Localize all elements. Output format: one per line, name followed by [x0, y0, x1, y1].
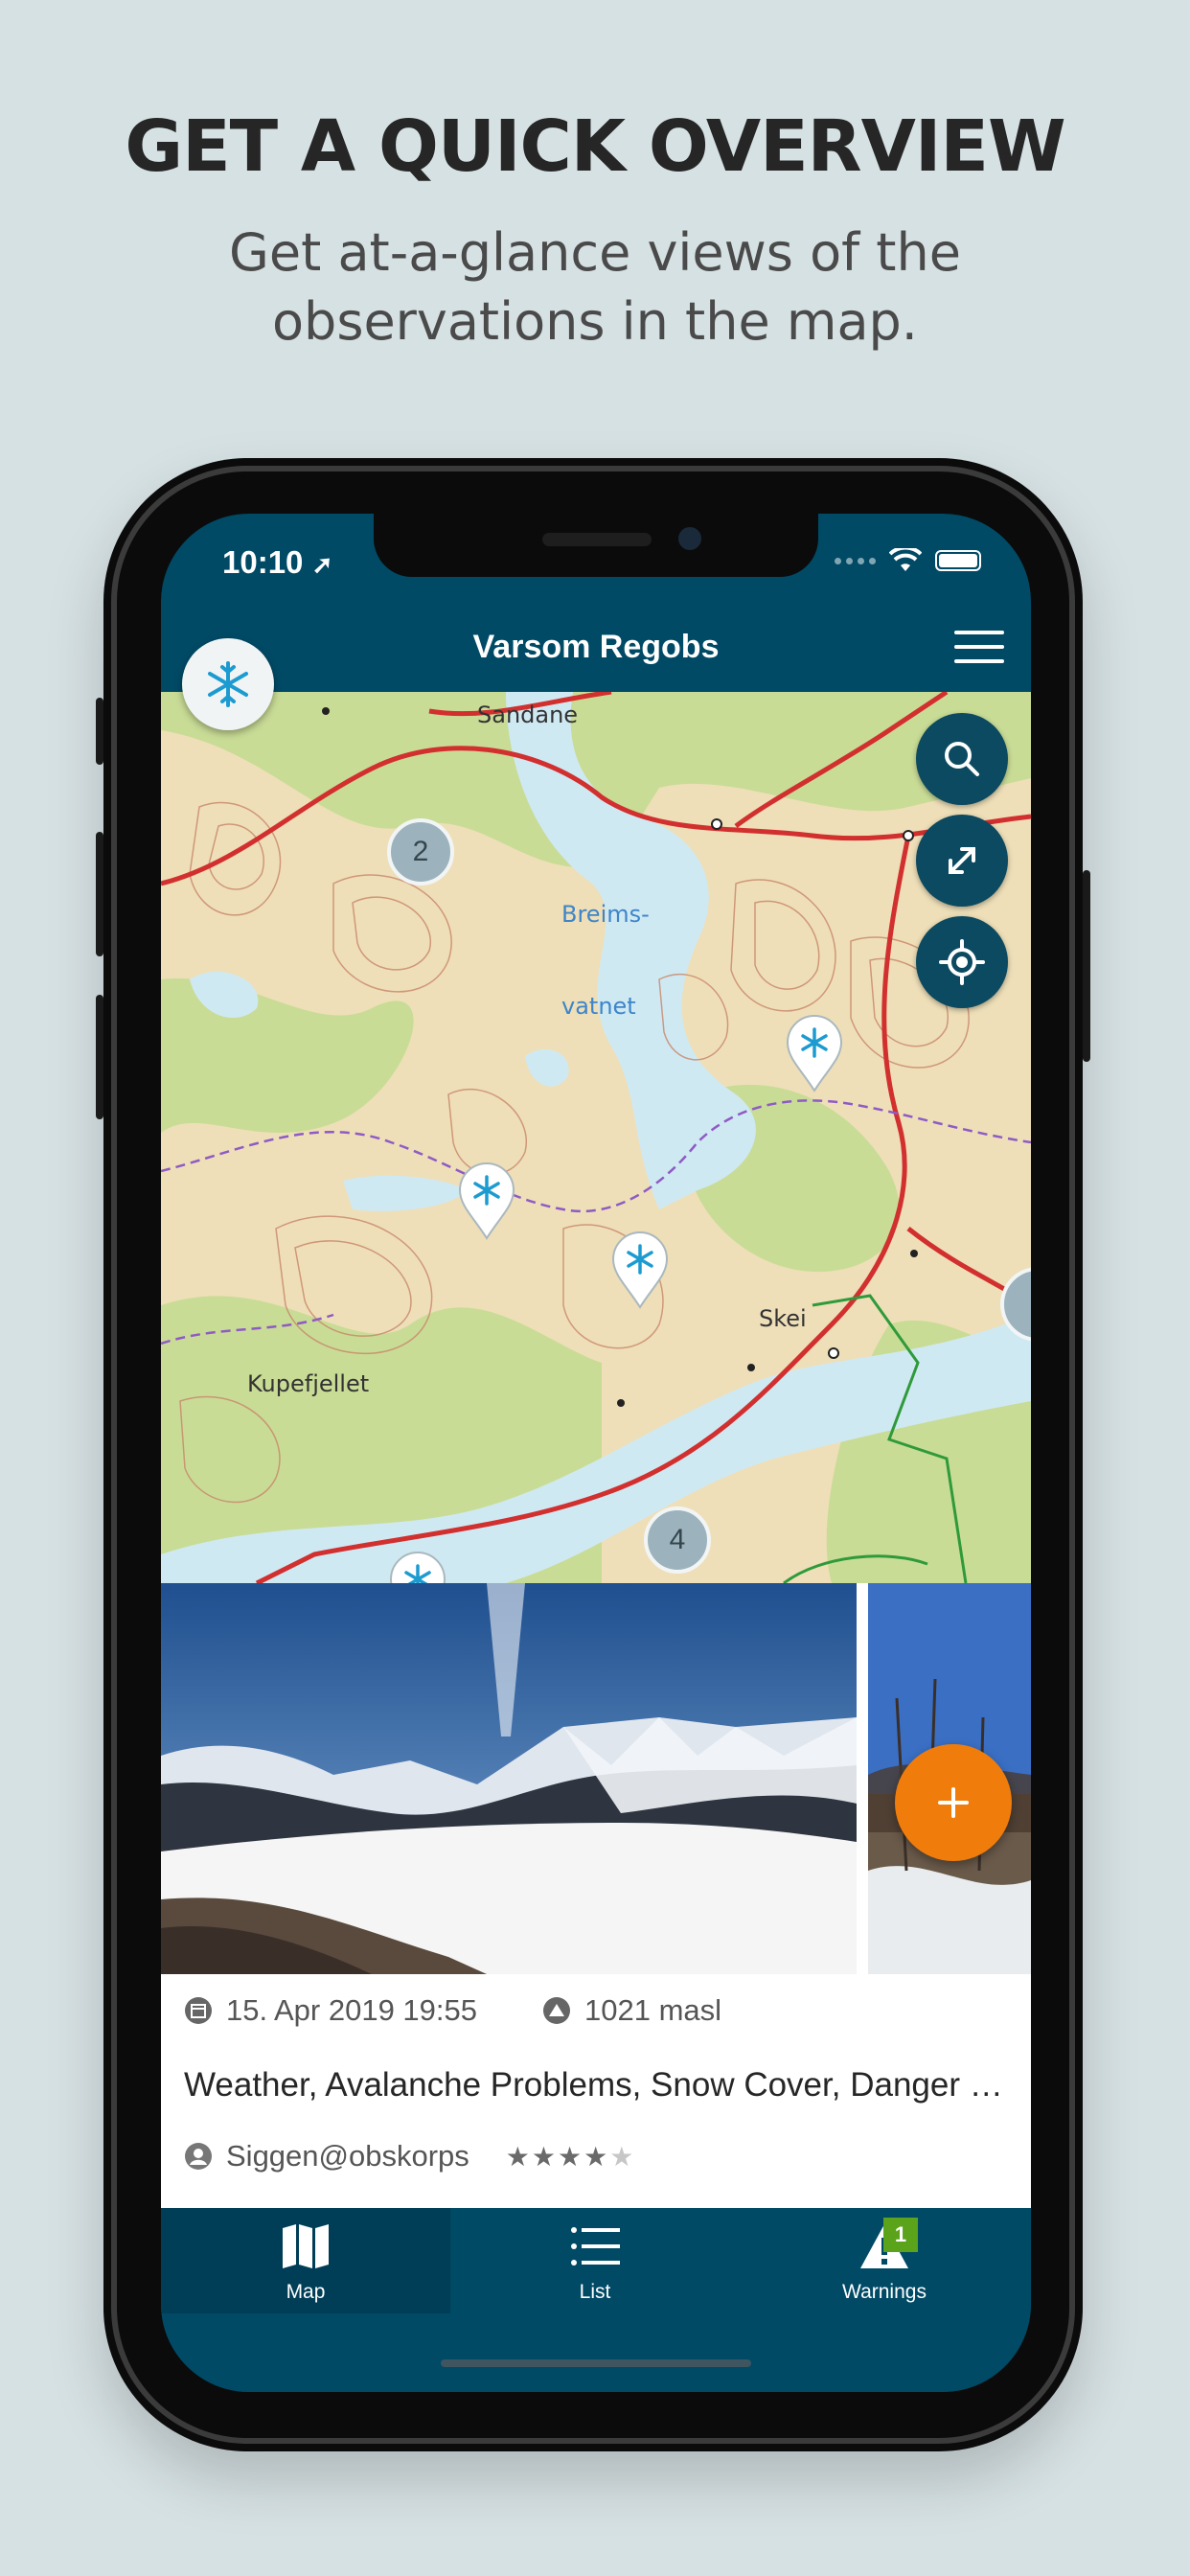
volume-down-button: [96, 995, 103, 1119]
add-observation-button[interactable]: [895, 1744, 1012, 1861]
volume-up-button: [96, 832, 103, 956]
topographic-map: [161, 692, 1031, 1583]
promo-subline: Get at-a-glance views of the observation…: [0, 218, 1190, 356]
observation-cluster[interactable]: 2: [387, 818, 454, 886]
status-time: 10:10 ➚: [222, 544, 332, 581]
search-button[interactable]: [916, 713, 1008, 805]
front-camera: [678, 527, 701, 550]
observation-author-row: Siggen@obskorps ★★★★★: [184, 2139, 635, 2174]
observation-pin-snowflake-icon[interactable]: [387, 1551, 448, 1583]
place-label-skei: Skei: [759, 1305, 807, 1332]
home-indicator[interactable]: [441, 2359, 751, 2367]
promo-subline-line-2: observations in the map.: [272, 291, 918, 352]
user-icon: [185, 2143, 212, 2170]
map-view[interactable]: Sandane Breims- vatnet Skei Kupefjellet …: [161, 692, 1031, 1583]
tab-list[interactable]: List: [450, 2208, 740, 2313]
plus-icon: [938, 1787, 969, 1818]
place-label-vatnet: vatnet: [561, 993, 636, 1020]
tab-warnings-label: Warnings: [842, 2281, 927, 2303]
calendar-icon: [185, 1997, 212, 2024]
app-header: Varsom Regobs: [161, 606, 1031, 692]
status-time-text: 10:10: [222, 544, 304, 580]
status-indicators: [835, 548, 981, 573]
competence-rating: ★★★★★: [506, 2141, 636, 2173]
tab-map[interactable]: Map: [161, 2208, 450, 2313]
wifi-icon: [889, 548, 922, 571]
observation-pin-snowflake-icon[interactable]: [456, 1162, 517, 1242]
place-label-kupefjellet: Kupefjellet: [247, 1370, 370, 1397]
observation-title: Weather, Avalanche Problems, Snow Cover,…: [184, 2066, 1018, 2104]
power-button: [1083, 870, 1090, 1062]
place-label-sandane: Sandane: [477, 702, 579, 728]
expand-icon: [949, 847, 975, 874]
tab-warnings[interactable]: 1 Warnings: [740, 2208, 1029, 2313]
app-title: Varsom Regobs: [472, 629, 720, 665]
star-icon: ★: [505, 2141, 532, 2172]
star-icon: ★: [558, 2141, 584, 2172]
mountain-icon: [543, 1997, 571, 2024]
menu-icon: [954, 631, 1004, 634]
snowflake-icon: [208, 661, 248, 707]
map-icon: [283, 2224, 329, 2268]
phone-frame: Sandane Breims- vatnet Skei Kupefjellet …: [96, 458, 1090, 2451]
locate-me-button[interactable]: [916, 916, 1008, 1008]
battery-icon: [935, 550, 981, 571]
app-screen: Sandane Breims- vatnet Skei Kupefjellet …: [161, 514, 1031, 2392]
observation-date: 15. Apr 2019 19:55: [226, 1993, 478, 2027]
list-icon: [571, 2227, 620, 2266]
geo-hazard-button[interactable]: [182, 638, 274, 730]
tab-map-label: Map: [286, 2281, 326, 2303]
promo-headline: GET A QUICK OVERVIEW: [125, 105, 1065, 188]
signal-icon: [835, 557, 876, 564]
star-empty-icon: ★: [609, 2141, 636, 2172]
observation-pin-snowflake-icon[interactable]: [609, 1230, 671, 1311]
warnings-badge: 1: [883, 2218, 918, 2252]
observation-pin-snowflake-icon[interactable]: [784, 1014, 845, 1094]
star-icon: ★: [531, 2141, 559, 2172]
place-label-breims: Breims-: [561, 901, 650, 928]
observation-elevation: 1021 masl: [584, 1993, 722, 2027]
silent-switch: [96, 698, 103, 765]
locate-icon: [939, 939, 985, 985]
star-icon: ★: [584, 2141, 610, 2172]
tab-list-label: List: [579, 2281, 611, 2303]
notch: [374, 514, 818, 577]
speaker: [542, 533, 652, 546]
mountain-snow-photo: [161, 1583, 857, 1974]
bottom-tab-bar: Map List 1 Warnings: [161, 2208, 1031, 2392]
observation-card[interactable]: 15. Apr 2019 19:55 1021 masl Weather, Av…: [161, 1974, 1031, 2208]
observation-photo[interactable]: [161, 1583, 857, 1974]
fullscreen-button[interactable]: [916, 815, 1008, 907]
observation-cluster[interactable]: 4: [644, 1506, 711, 1574]
search-icon: [945, 742, 979, 776]
observation-meta: 15. Apr 2019 19:55 1021 masl: [184, 1993, 721, 2028]
location-arrow-icon: ➚: [311, 550, 333, 579]
observation-author: Siggen@obskorps: [226, 2139, 469, 2173]
menu-button[interactable]: [954, 631, 1004, 667]
promo-subline-line-1: Get at-a-glance views of the: [229, 222, 961, 283]
